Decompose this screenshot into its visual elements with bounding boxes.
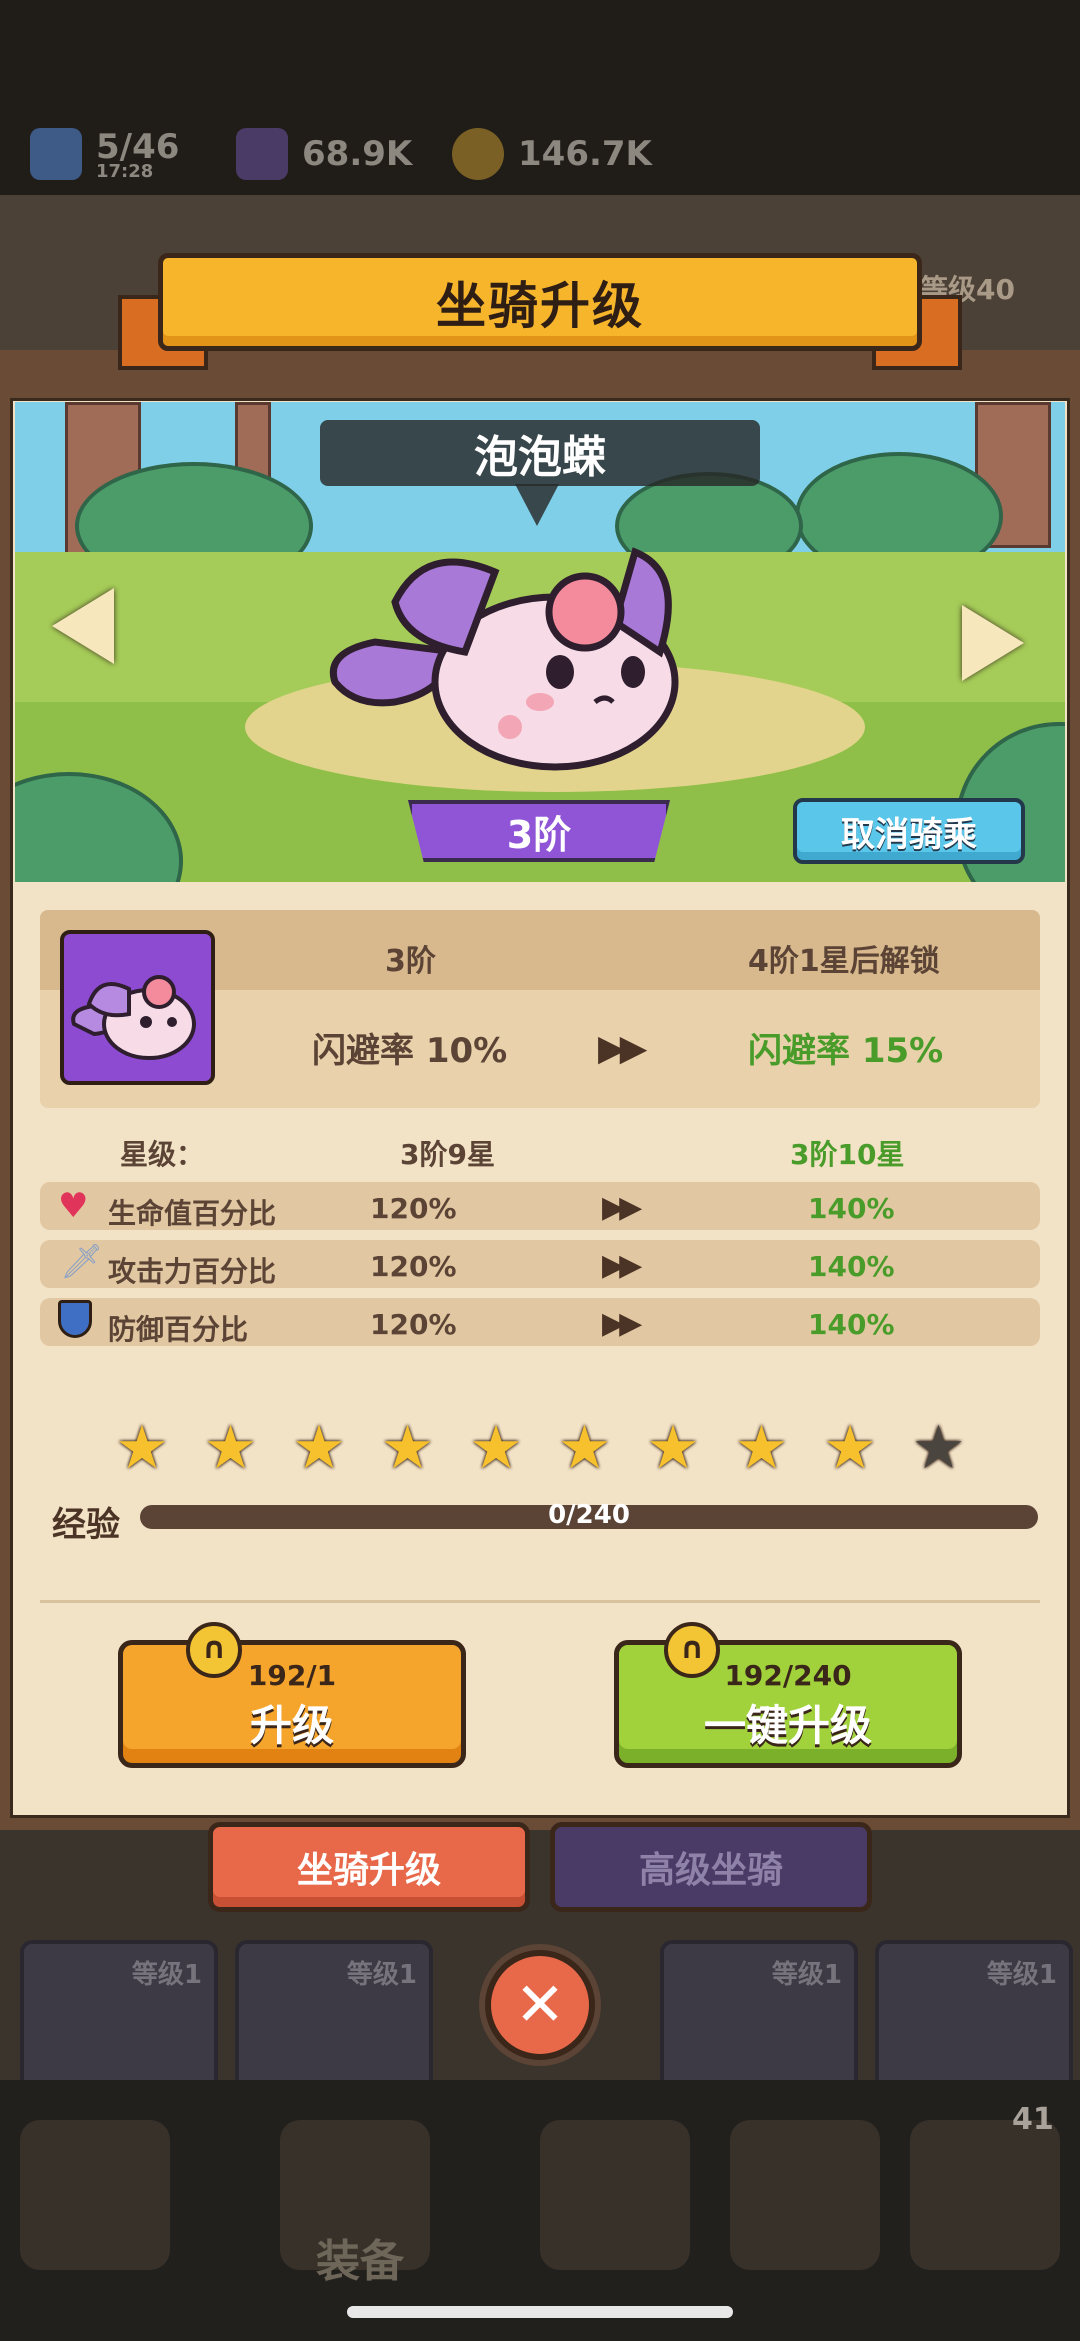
star-filled-icon: ★ xyxy=(292,1413,346,1483)
mount-name: 泡泡蝾 xyxy=(474,432,606,483)
close-icon: ✕ xyxy=(514,1970,566,2040)
stat-next: 140% xyxy=(808,1308,895,1341)
tab-advanced-mount[interactable]: 高级坐骑 xyxy=(550,1822,872,1912)
heart-icon: ♥ xyxy=(58,1186,89,1226)
coin-icon xyxy=(452,128,504,180)
prev-mount-arrow-icon[interactable] xyxy=(52,588,114,664)
stat-current: 120% xyxy=(370,1308,457,1341)
stat-current: 120% xyxy=(370,1192,457,1225)
star-filled-icon: ★ xyxy=(469,1413,523,1483)
shield-icon xyxy=(58,1300,92,1338)
star-empty-icon: ★ xyxy=(911,1413,966,1483)
chest-icon xyxy=(910,2120,1060,2270)
star-filled-icon: ★ xyxy=(557,1413,612,1483)
gem-counter[interactable]: 68.9K xyxy=(236,128,413,180)
horseshoe-icon: ∩ xyxy=(664,1622,720,1678)
current-effect: 闪避率 10% xyxy=(312,1031,508,1071)
upgrade-button[interactable]: 192/1 升级 xyxy=(118,1640,466,1768)
gem-icon xyxy=(236,128,288,180)
mount-thumbnail-icon xyxy=(71,975,196,1060)
stat-name: 攻击力百分比 xyxy=(108,1255,277,1288)
title-ribbon: 坐骑升级 xyxy=(158,253,922,351)
divider xyxy=(40,1600,1040,1603)
star-filled-icon: ★ xyxy=(203,1413,258,1483)
mount-creature xyxy=(330,547,679,771)
arrow-right-icon: ▶▶ xyxy=(602,1190,642,1225)
tier-label: 3阶 xyxy=(506,812,572,857)
current-tier-label: 3阶 xyxy=(385,944,436,979)
one-click-cost: 192/240 xyxy=(724,1659,852,1692)
exp-value: 0/240 xyxy=(548,1500,630,1530)
stat-name: 防御百分比 xyxy=(108,1313,249,1346)
close-button[interactable]: ✕ xyxy=(485,1950,595,2060)
next-unlock-label: 4阶1星后解锁 xyxy=(748,944,940,979)
star-level-next: 3阶10星 xyxy=(790,1138,905,1171)
star-filled-icon: ★ xyxy=(646,1413,700,1483)
battle-icon xyxy=(540,2120,690,2270)
upgrade-label: 升级 xyxy=(249,1701,334,1750)
nav-equipment-label: 装备 xyxy=(316,2236,404,2287)
lightning-icon xyxy=(30,128,82,180)
next-effect: 闪避率 15% xyxy=(748,1031,944,1071)
cancel-ride-label: 取消骑乘 xyxy=(841,814,977,855)
star-level-label: 星级： xyxy=(120,1138,205,1171)
cancel-ride-button[interactable]: 取消骑乘 xyxy=(793,798,1025,864)
page-title: 坐骑升级 xyxy=(436,277,644,335)
stat-name: 生命值百分比 xyxy=(108,1197,277,1230)
next-mount-arrow-icon[interactable] xyxy=(962,605,1024,681)
star-level-current: 3阶9星 xyxy=(400,1138,495,1171)
arrow-right-icon: ▶▶ xyxy=(598,1028,647,1069)
exp-label: 经验 xyxy=(52,1505,120,1545)
tier-tag: 3阶 xyxy=(408,800,670,862)
one-click-label: 一键升级 xyxy=(703,1701,872,1750)
shop-icon xyxy=(20,2120,170,2270)
mount-thumbnail xyxy=(60,930,215,1085)
arrow-right-icon: ▶▶ xyxy=(602,1306,642,1341)
star-filled-icon: ★ xyxy=(823,1413,877,1483)
gem-value: 68.9K xyxy=(302,134,413,174)
sword-icon: 🗡 xyxy=(60,1242,104,1282)
name-plate-pointer xyxy=(515,484,559,526)
star-filled-icon: ★ xyxy=(380,1413,435,1483)
tab-mount-upgrade[interactable]: 坐骑升级 xyxy=(208,1822,530,1912)
stat-next: 140% xyxy=(808,1192,895,1225)
upgrade-icon xyxy=(730,2120,880,2270)
home-indicator xyxy=(347,2306,733,2318)
energy-counter[interactable]: 5/46 17:28 xyxy=(30,127,179,182)
star-filled-icon: ★ xyxy=(115,1413,169,1483)
upgrade-cost: 192/1 xyxy=(247,1659,337,1692)
tab-advanced-mount-label: 高级坐骑 xyxy=(638,1850,783,1891)
mount-name-plate: 泡泡蝾 xyxy=(320,420,760,486)
star-filled-icon: ★ xyxy=(734,1413,789,1483)
coin-value: 146.7K xyxy=(518,134,652,174)
stat-next: 140% xyxy=(808,1250,895,1283)
tab-mount-upgrade-label: 坐骑升级 xyxy=(296,1850,441,1891)
horseshoe-icon: ∩ xyxy=(186,1622,242,1678)
arrow-right-icon: ▶▶ xyxy=(602,1248,642,1283)
coin-counter[interactable]: 146.7K xyxy=(452,128,652,180)
nav-badge: 41 xyxy=(1012,2102,1054,2137)
stat-current: 120% xyxy=(370,1250,457,1283)
